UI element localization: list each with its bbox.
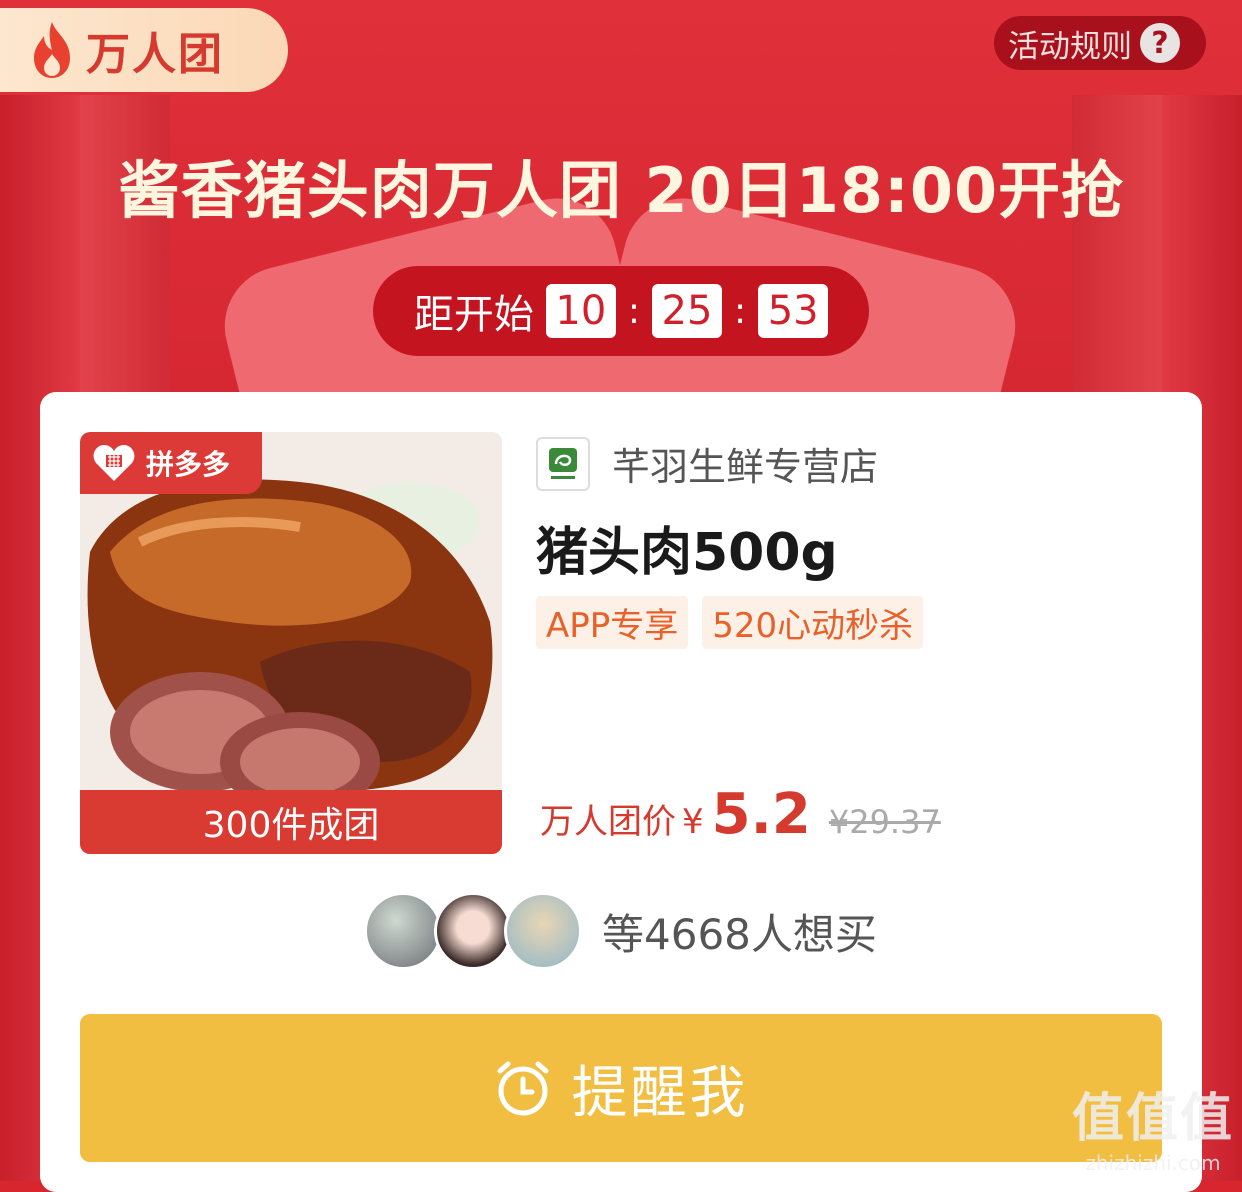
avatar xyxy=(504,892,582,970)
rules-button[interactable]: 活动规则 ? xyxy=(994,16,1206,70)
watermark-logo: 值值值 xyxy=(1071,1089,1234,1149)
countdown-hours: 10 xyxy=(545,284,616,338)
product-card[interactable]: 拼多多 300件成团 芊羽生鲜专营店 猪头肉500g APP专享 520心动秒杀… xyxy=(40,392,1202,1192)
countdown-label: 距开始 xyxy=(413,292,534,338)
countdown-seconds: 53 xyxy=(758,284,829,338)
price-block: 万人团价 ¥ 5.2 ¥29.37 xyxy=(540,782,941,847)
store-name: 芊羽生鲜专营店 xyxy=(612,445,879,489)
currency-symbol: ¥ xyxy=(682,802,704,842)
flame-icon xyxy=(34,22,70,78)
product-image[interactable]: 拼多多 300件成团 xyxy=(80,432,502,854)
pinduoduo-badge: 拼多多 xyxy=(80,432,262,494)
countdown-separator: : xyxy=(734,290,747,332)
wants-count-text: 等4668人想买 xyxy=(602,909,877,959)
page-title: 酱香猪头肉万人团 20日18:00开抢 xyxy=(117,154,1125,227)
price-label: 万人团价 xyxy=(540,802,676,842)
countdown-minutes: 25 xyxy=(652,284,722,338)
remind-me-label: 提醒我 xyxy=(571,1060,749,1126)
avatar xyxy=(364,892,442,970)
watermark: 值值值 zhizhizhi.com xyxy=(1072,1076,1234,1175)
help-icon: ? xyxy=(1140,23,1180,63)
countdown-timer: 距开始 10 : 25 : 53 xyxy=(373,266,869,356)
product-title: 猪头肉500g xyxy=(536,523,838,583)
store-info[interactable]: 芊羽生鲜专营店 xyxy=(536,436,878,491)
original-price: ¥29.37 xyxy=(828,803,941,841)
tag-app-exclusive: APP专享 xyxy=(536,596,689,649)
watermark-url: zhizhizhi.com xyxy=(1085,1151,1221,1175)
avatar xyxy=(434,892,512,970)
pinduoduo-label: 拼多多 xyxy=(146,448,231,481)
group-price: 5.2 xyxy=(711,782,811,847)
store-logo-icon xyxy=(536,436,590,491)
rules-label: 活动规则 xyxy=(1008,28,1132,65)
wants-to-buy: 等4668人想买 xyxy=(364,892,877,970)
pinduoduo-logo-icon xyxy=(93,445,135,481)
tag-520-flash-sale: 520心动秒杀 xyxy=(702,596,924,649)
wanrentuan-badge: 万人团 xyxy=(0,8,288,92)
alarm-clock-icon xyxy=(497,1061,548,1116)
product-tags: APP专享 520心动秒杀 xyxy=(536,596,937,649)
group-size-label: 300件成团 xyxy=(80,790,502,854)
remind-me-button[interactable]: 提醒我 xyxy=(80,1014,1162,1162)
badge-label: 万人团 xyxy=(86,29,224,80)
countdown-separator: : xyxy=(627,290,640,332)
